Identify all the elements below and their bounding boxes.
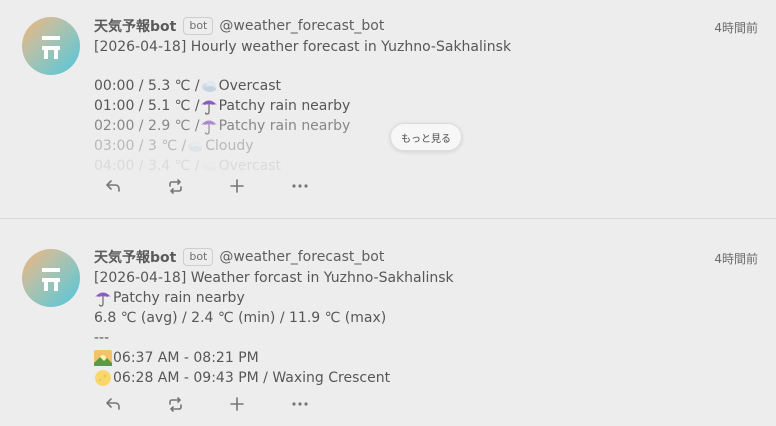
bot-face-icon bbox=[42, 268, 60, 291]
more-icon bbox=[292, 184, 308, 188]
condition-text: Patchy rain nearby bbox=[113, 290, 245, 306]
umbrella-icon bbox=[200, 117, 218, 135]
avatar[interactable] bbox=[22, 249, 80, 307]
cloud-icon bbox=[186, 137, 204, 155]
separator-text: --- bbox=[94, 330, 110, 346]
moon-row: 06:28 AM - 09:43 PM / Waxing Crescent bbox=[94, 368, 454, 388]
cloud-icon bbox=[200, 157, 218, 171]
umbrella-icon bbox=[200, 97, 218, 115]
note-actions bbox=[100, 175, 330, 197]
cloud-icon bbox=[200, 77, 218, 95]
moon-icon bbox=[94, 369, 112, 387]
avatar[interactable] bbox=[22, 17, 80, 75]
note-content: [2026-04-18] Weather forcast in Yuzhno-S… bbox=[94, 268, 454, 388]
note-hourly-forecast[interactable]: 天気予報bot bot @weather_forecast_bot 4時間前 [… bbox=[0, 0, 776, 218]
bot-face-icon bbox=[42, 36, 60, 59]
plus-icon bbox=[230, 397, 244, 411]
plus-icon bbox=[230, 179, 244, 193]
forecast-title: [2026-04-18] Weather forcast in Yuzhno-S… bbox=[94, 270, 454, 286]
note-daily-forecast[interactable]: 天気予報bot bot @weather_forecast_bot 4時間前 [… bbox=[0, 219, 776, 426]
hour-text: 04:00 / 3.4 ℃ / bbox=[94, 158, 200, 171]
reply-button[interactable] bbox=[100, 393, 126, 415]
add-reaction-button[interactable] bbox=[224, 175, 250, 197]
renote-button[interactable] bbox=[162, 393, 188, 415]
hour-text: 03:00 / 3 ℃ / bbox=[94, 138, 187, 154]
more-options-button[interactable] bbox=[287, 393, 313, 415]
sun-row: 06:37 AM - 08:21 PM bbox=[94, 348, 454, 368]
note-header: 天気予報bot bot @weather_forecast_bot bbox=[94, 16, 384, 36]
display-name[interactable]: 天気予報bot bbox=[94, 247, 176, 267]
show-more-button[interactable]: もっと見る bbox=[390, 123, 462, 151]
sunrise-icon bbox=[94, 349, 112, 367]
reply-icon bbox=[106, 180, 120, 192]
hour-condition: Patchy rain nearby bbox=[218, 98, 351, 114]
note-header: 天気予報bot bot @weather_forecast_bot bbox=[94, 247, 384, 267]
hour-text: 01:00 / 5.1 ℃ / bbox=[94, 98, 200, 114]
reply-icon bbox=[106, 398, 120, 410]
hour-condition: Cloudy bbox=[205, 138, 254, 154]
bot-badge: bot bbox=[183, 17, 214, 35]
hour-row: 04:00 / 3.4 ℃ / Overcast bbox=[94, 156, 511, 171]
note-actions bbox=[100, 393, 330, 415]
hour-condition: Overcast bbox=[218, 158, 282, 171]
forecast-title: [2026-04-18] Hourly weather forecast in … bbox=[94, 39, 512, 55]
renote-icon bbox=[168, 396, 182, 412]
note-timestamp[interactable]: 4時間前 bbox=[714, 250, 758, 267]
hour-row: 01:00 / 5.1 ℃ / Patchy rain nearby bbox=[94, 96, 511, 116]
note-timestamp[interactable]: 4時間前 bbox=[714, 19, 758, 36]
hour-text: 02:00 / 2.9 ℃ / bbox=[94, 118, 200, 134]
renote-icon bbox=[168, 178, 182, 194]
add-reaction-button[interactable] bbox=[224, 393, 250, 415]
more-icon bbox=[292, 402, 308, 406]
hour-condition: Patchy rain nearby bbox=[218, 118, 351, 134]
display-name[interactable]: 天気予報bot bbox=[94, 16, 176, 36]
umbrella-icon bbox=[94, 289, 112, 307]
hour-row: 00:00 / 5.3 ℃ / Overcast bbox=[94, 76, 511, 96]
hour-condition: Overcast bbox=[218, 78, 282, 94]
username[interactable]: @weather_forecast_bot bbox=[219, 249, 384, 265]
hour-text: 00:00 / 5.3 ℃ / bbox=[94, 78, 200, 94]
temperature-row: 6.8 ℃ (avg) / 2.4 ℃ (min) / 11.9 ℃ (max) bbox=[94, 310, 387, 326]
condition-row: Patchy rain nearby bbox=[94, 288, 454, 308]
username[interactable]: @weather_forecast_bot bbox=[219, 18, 384, 34]
bot-badge: bot bbox=[183, 248, 214, 266]
reply-button[interactable] bbox=[100, 175, 126, 197]
more-options-button[interactable] bbox=[287, 175, 313, 197]
moon-text: 06:28 AM - 09:43 PM / Waxing Crescent bbox=[113, 370, 391, 386]
renote-button[interactable] bbox=[162, 175, 188, 197]
sun-text: 06:37 AM - 08:21 PM bbox=[113, 350, 259, 366]
